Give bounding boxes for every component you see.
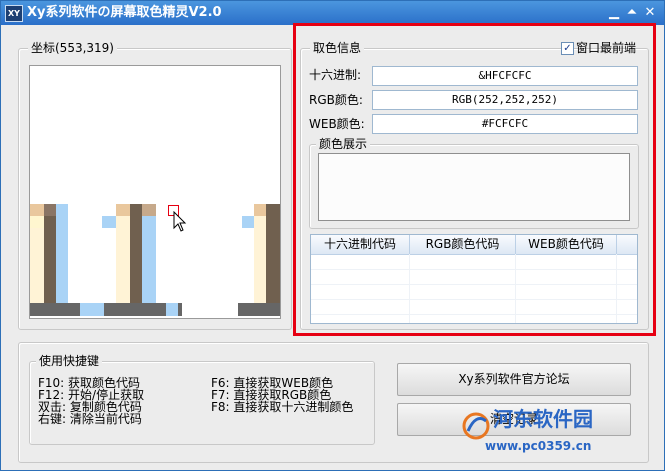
app-window: XY Xy系列软件の屏幕取色精灵V2.0 ▁ ⏶ ✕ 坐标(553,319) 取… xyxy=(0,0,665,471)
shortcuts-label: 使用快捷键 xyxy=(36,354,103,369)
maximize-icon[interactable]: ⏶ xyxy=(623,4,641,22)
close-icon[interactable]: ✕ xyxy=(641,4,659,22)
window-title: Xy系列软件の屏幕取色精灵V2.0 xyxy=(27,5,222,20)
coords-label: 坐标(553,319) xyxy=(28,41,117,56)
highlight-frame xyxy=(293,23,656,336)
mouse-cursor-icon xyxy=(173,211,187,232)
shortcut-right-click: 右键: 清除当前代码 xyxy=(38,412,142,426)
watermark-url: www.pc0359.cn xyxy=(485,439,592,453)
title-bar[interactable]: XY Xy系列软件の屏幕取色精灵V2.0 ▁ ⏶ ✕ xyxy=(1,1,664,25)
minimize-icon[interactable]: ▁ xyxy=(605,4,623,22)
watermark-logo-icon xyxy=(462,412,490,440)
forum-button[interactable]: Xy系列软件官方论坛 xyxy=(397,363,631,396)
shortcut-f8: F8: 直接获取十六进制颜色 xyxy=(211,400,354,414)
app-logo-icon: XY xyxy=(5,5,23,22)
watermark-name: 河东软件园 xyxy=(493,407,593,431)
magnifier-view xyxy=(29,65,281,319)
